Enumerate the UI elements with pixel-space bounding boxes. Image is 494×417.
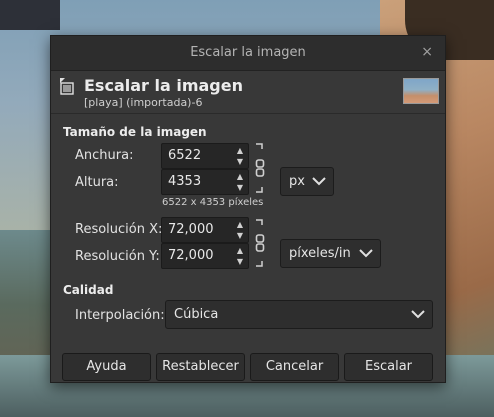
width-value[interactable]: 6522	[168, 148, 201, 163]
close-icon[interactable]: ×	[421, 44, 433, 60]
resolution-unit-dropdown[interactable]: píxeles/in	[280, 239, 381, 268]
y-resolution-field[interactable]: 72,000 ▲ ▼	[161, 243, 249, 269]
height-value[interactable]: 4353	[168, 174, 201, 189]
dialog-titlebar[interactable]: Escalar la imagen ×	[51, 36, 445, 71]
interpolation-label: Interpolación:	[75, 308, 165, 323]
background-dark-corner	[0, 0, 60, 30]
x-resolution-label: Resolución X:	[75, 222, 163, 237]
y-resolution-label: Resolución Y:	[75, 249, 160, 264]
cancel-button[interactable]: Cancelar	[250, 353, 339, 381]
y-resolution-increment-icon[interactable]: ▲	[235, 245, 245, 256]
width-decrement-icon[interactable]: ▼	[235, 156, 245, 167]
image-thumbnail	[403, 78, 439, 104]
scale-button[interactable]: Escalar	[344, 353, 433, 381]
window-title: Escalar la imagen	[190, 45, 306, 60]
dialog-header: Escalar la imagen [playa] (importada)-6	[51, 71, 445, 111]
interpolation-dropdown[interactable]: Cúbica	[165, 300, 433, 329]
size-unit-dropdown[interactable]: px	[280, 167, 334, 196]
height-field[interactable]: 4353 ▲ ▼	[161, 169, 249, 195]
width-label: Anchura:	[75, 148, 134, 163]
height-label: Altura:	[75, 175, 119, 190]
x-resolution-value[interactable]: 72,000	[168, 222, 214, 237]
image-size-section-label: Tamaño de la imagen	[63, 125, 207, 139]
x-resolution-increment-icon[interactable]: ▲	[235, 219, 245, 230]
resolution-chain-link-icon[interactable]	[255, 218, 265, 268]
width-field[interactable]: 6522 ▲ ▼	[161, 143, 249, 169]
size-unit-value: px	[289, 174, 305, 189]
image-name: [playa] (importada)-6	[84, 96, 203, 109]
chevron-down-icon	[359, 249, 373, 258]
height-decrement-icon[interactable]: ▼	[235, 182, 245, 193]
interpolation-value: Cúbica	[174, 307, 219, 322]
resolution-unit-value: píxeles/in	[289, 246, 351, 261]
dialog-heading: Escalar la imagen	[84, 76, 243, 95]
help-button[interactable]: Ayuda	[62, 353, 151, 381]
y-resolution-decrement-icon[interactable]: ▼	[235, 256, 245, 267]
header-divider	[51, 113, 445, 114]
height-increment-icon[interactable]: ▲	[235, 171, 245, 182]
scale-image-dialog: Escalar la imagen × Escalar la imagen [p…	[50, 35, 446, 383]
quality-section-label: Calidad	[63, 283, 114, 297]
x-resolution-field[interactable]: 72,000 ▲ ▼	[161, 217, 249, 243]
reset-button[interactable]: Restablecer	[156, 353, 245, 381]
chevron-down-icon	[312, 177, 326, 186]
x-resolution-decrement-icon[interactable]: ▼	[235, 230, 245, 241]
width-increment-icon[interactable]: ▲	[235, 145, 245, 156]
y-resolution-value[interactable]: 72,000	[168, 248, 214, 263]
dimension-note: 6522 x 4353 píxeles	[162, 197, 264, 208]
scale-image-icon	[60, 78, 74, 95]
chevron-down-icon	[411, 310, 425, 319]
size-chain-link-icon[interactable]	[255, 142, 265, 194]
